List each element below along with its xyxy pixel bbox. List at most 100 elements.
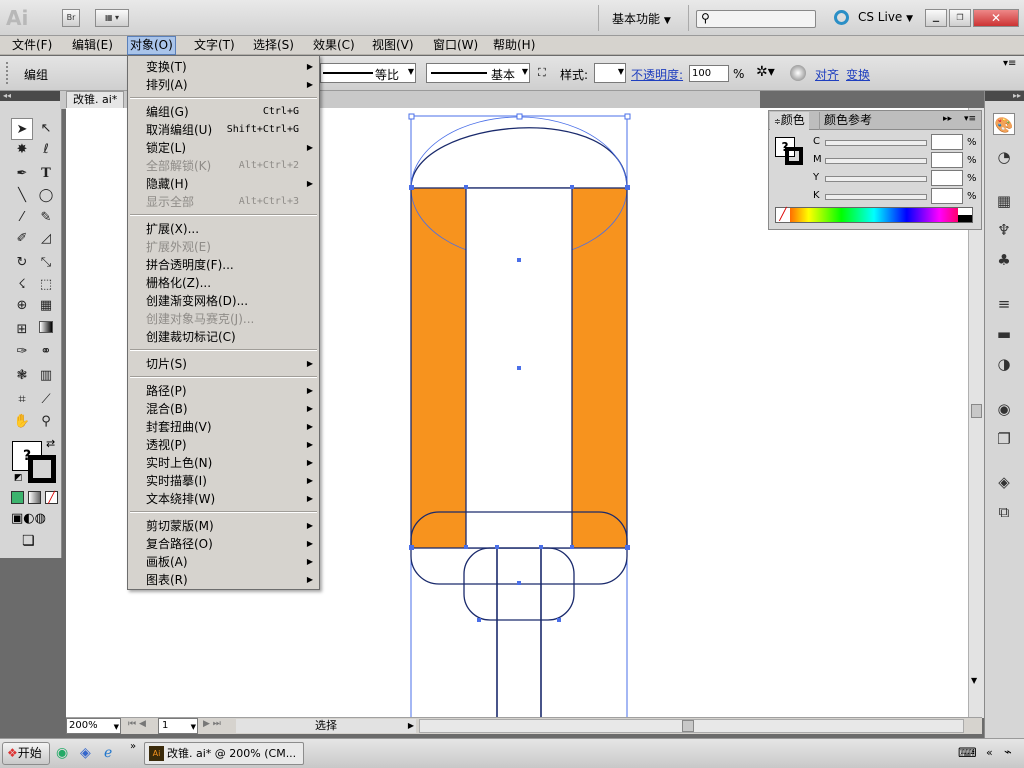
object-menu-item[interactable]: 实时上色(N) ▶ xyxy=(128,454,319,472)
channel-k-slider[interactable] xyxy=(825,194,927,200)
opacity-input[interactable]: 100 xyxy=(689,65,729,82)
panel-menu-icon[interactable]: ▾≡ xyxy=(964,114,976,124)
vertical-scroll-thumb[interactable] xyxy=(971,404,982,418)
first-artboard-icon[interactable]: ⏮ ◀ xyxy=(128,719,146,729)
collapse-panel-icon[interactable]: ▸▸ xyxy=(943,114,952,124)
blob-brush-icon[interactable]: ✐ xyxy=(11,228,33,250)
search-field[interactable]: ⚲ xyxy=(696,10,816,28)
quicklaunch-icon[interactable]: ◈ xyxy=(80,745,91,761)
panel-stroke-swatch[interactable] xyxy=(785,147,803,165)
recolor-artwork-icon[interactable]: ✲▾ xyxy=(756,64,775,80)
artboard-icon[interactable]: ⌗ xyxy=(11,389,33,411)
swatches-icon[interactable]: ▦ xyxy=(993,190,1015,212)
workspace-switcher[interactable]: 基本功能 ▼ xyxy=(612,10,671,27)
none-swatch-icon[interactable]: ╱ xyxy=(776,208,790,222)
object-menu-item[interactable]: 复合路径(O) ▶ xyxy=(128,535,319,553)
object-menu-item[interactable]: 路径(P) ▶ xyxy=(128,382,319,400)
appearance-panel-icon[interactable]: ◉ xyxy=(993,398,1015,420)
brush-icon[interactable]: ⁄ xyxy=(11,207,33,229)
tray-expand-icon[interactable]: « xyxy=(986,746,993,759)
object-menu-item[interactable]: 变换(T) ▶ xyxy=(128,58,319,76)
magic-wand-icon[interactable]: ✸ xyxy=(11,139,33,161)
quicklaunch-icon[interactable]: ◉ xyxy=(56,745,68,761)
layers-icon[interactable]: ◈ xyxy=(993,471,1015,493)
network-icon[interactable]: ⌁ xyxy=(1004,745,1012,760)
minimize-button[interactable]: ▁ xyxy=(925,9,947,27)
line-icon[interactable]: ╲ xyxy=(11,185,33,207)
stroke-swatch[interactable] xyxy=(28,455,56,483)
draw-normal-icon[interactable]: ▣◐◍ xyxy=(11,511,46,526)
artboards-panel-icon[interactable]: ⧉ xyxy=(993,501,1015,523)
shape-builder-icon[interactable]: ⊕ xyxy=(11,295,33,317)
none-mode-icon[interactable]: ╱ xyxy=(45,491,58,504)
stroke-profile-select[interactable]: 等比 ▼ xyxy=(320,63,416,83)
symbol-sprayer-icon[interactable]: ❃ xyxy=(11,365,33,387)
menu-window[interactable]: 窗口(W) xyxy=(431,36,480,55)
default-colors-icon[interactable]: ◩ xyxy=(14,473,23,483)
channel-m-input[interactable] xyxy=(931,152,963,168)
object-menu-item[interactable]: 排列(A) ▶ xyxy=(128,76,319,94)
appearance-icon[interactable] xyxy=(790,65,806,81)
object-menu-item[interactable]: 文本绕排(W) ▶ xyxy=(128,490,319,508)
ie-icon[interactable]: ℯ xyxy=(104,745,112,761)
screen-mode-icon[interactable]: ❏ xyxy=(22,533,35,549)
object-menu-item[interactable]: 拼合透明度(F)... xyxy=(128,256,319,274)
close-button[interactable]: ✕ xyxy=(973,9,1019,27)
symbols-icon[interactable]: ♣ xyxy=(993,249,1015,271)
rotate-icon[interactable]: ↻ xyxy=(11,252,33,274)
object-menu-item[interactable]: 扩展(X)... xyxy=(128,220,319,238)
last-artboard-icon[interactable]: ▶ ⏭ xyxy=(203,719,221,729)
blend-icon[interactable]: ⚭ xyxy=(35,341,57,363)
graphic-style-select[interactable]: ▼ xyxy=(594,63,626,83)
transparency-icon[interactable]: ◑ xyxy=(993,353,1015,375)
perspective-grid-icon[interactable]: ▦ xyxy=(35,295,57,317)
horizontal-scroll-thumb[interactable] xyxy=(682,720,694,732)
brush-definition-select[interactable]: 基本 ▼ xyxy=(426,63,530,83)
object-menu-item[interactable]: 隐藏(H) ▶ xyxy=(128,175,319,193)
color-spectrum-bar[interactable]: ╱ xyxy=(775,207,973,223)
brushes-icon[interactable]: ♆ xyxy=(993,219,1015,241)
object-menu-item[interactable]: 图表(R) ▶ xyxy=(128,571,319,589)
menu-object[interactable]: 对象(O) xyxy=(127,36,176,55)
slice-icon[interactable]: ⟋ xyxy=(35,389,57,411)
object-menu-item[interactable]: 封套扭曲(V) ▶ xyxy=(128,418,319,436)
object-menu-item[interactable]: 剪切蒙版(M) ▶ xyxy=(128,517,319,535)
swap-colors-icon[interactable]: ⇄ xyxy=(46,437,55,450)
lasso-icon[interactable]: ℓ xyxy=(35,139,57,161)
white-swatch[interactable] xyxy=(958,208,972,215)
channel-y-slider[interactable] xyxy=(825,176,927,182)
artboard-number-select[interactable]: 1 ▼ xyxy=(158,718,198,734)
control-panel-menu-icon[interactable]: ▾≡ xyxy=(1003,58,1016,69)
object-menu-item[interactable]: 创建裁切标记(C) xyxy=(128,328,319,346)
graph-icon[interactable]: ▥ xyxy=(35,365,57,387)
arrange-documents-button[interactable]: ▦ ▾ xyxy=(95,9,129,27)
zoom-select[interactable]: 200% ▼ xyxy=(66,718,121,734)
type-icon[interactable]: T xyxy=(35,163,57,185)
object-menu-item[interactable]: 编组(G) Ctrl+G xyxy=(128,103,319,121)
object-menu-item[interactable]: 透视(P) ▶ xyxy=(128,436,319,454)
object-menu-item[interactable]: 画板(A) ▶ xyxy=(128,553,319,571)
object-menu-item[interactable]: 实时描摹(I) ▶ xyxy=(128,472,319,490)
graphic-styles-icon[interactable]: ❐ xyxy=(993,428,1015,450)
object-menu-item[interactable]: 切片(S) ▶ xyxy=(128,355,319,373)
gradient-icon[interactable] xyxy=(35,319,57,341)
bristle-options-icon[interactable]: ⛶ xyxy=(538,66,546,80)
maximize-button[interactable]: ❐ xyxy=(949,9,971,27)
ellipse-icon[interactable]: ◯ xyxy=(35,185,57,207)
warp-icon[interactable]: ☇ xyxy=(11,274,33,296)
channel-c-slider[interactable] xyxy=(825,140,927,146)
channel-y-input[interactable] xyxy=(931,170,963,186)
direct-selection-icon[interactable]: ↖ xyxy=(35,118,57,140)
selection-icon[interactable]: ➤ xyxy=(11,118,33,140)
grip-handle[interactable] xyxy=(6,62,10,84)
channel-c-input[interactable] xyxy=(931,134,963,150)
bridge-button[interactable]: Br xyxy=(62,9,80,27)
opacity-link[interactable]: 不透明度: xyxy=(631,66,683,83)
scale-icon[interactable]: ⤡ xyxy=(35,252,57,274)
menu-file[interactable]: 文件(F) xyxy=(10,36,54,55)
eyedropper-icon[interactable]: ✑ xyxy=(11,341,33,363)
color-panel-icon[interactable]: 🎨 xyxy=(993,113,1015,135)
menu-select[interactable]: 选择(S) xyxy=(251,36,296,55)
color-guide-icon[interactable]: ◔ xyxy=(993,146,1015,168)
menu-view[interactable]: 视图(V) xyxy=(370,36,416,55)
